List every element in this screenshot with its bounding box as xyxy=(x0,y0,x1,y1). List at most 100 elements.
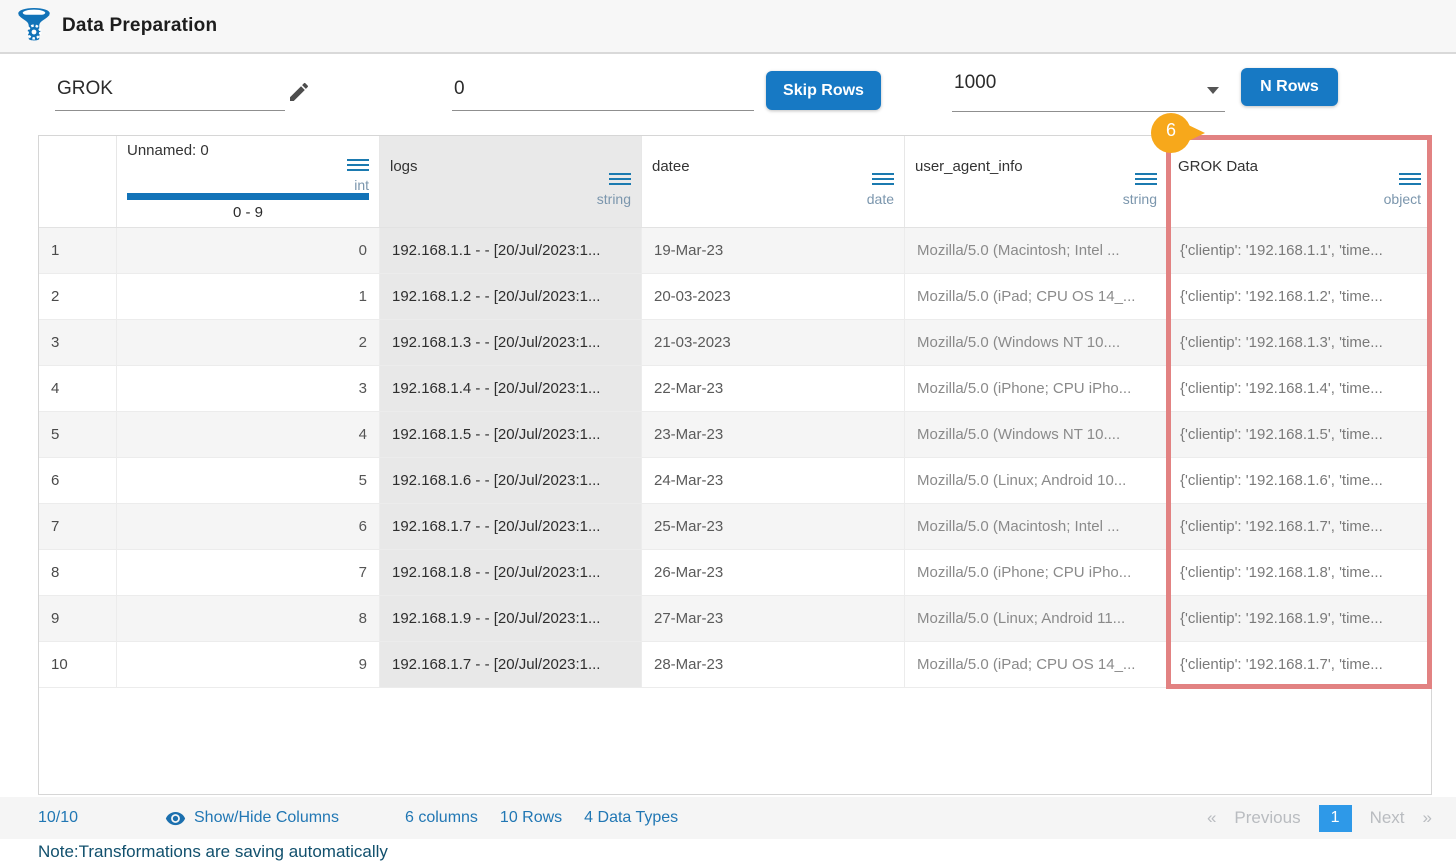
user-agent-cell[interactable]: Mozilla/5.0 (iPhone; CPU iPho... xyxy=(905,550,1168,595)
unnamed-cell[interactable]: 1 xyxy=(117,274,380,319)
next-page-button[interactable]: Next xyxy=(1370,808,1405,828)
table-row: 9 8 192.168.1.9 - - [20/Jul/2023:1... 27-Ma… xyxy=(39,596,1431,642)
column-type-label: object xyxy=(1383,191,1421,207)
datee-cell[interactable]: 22-Mar-23 xyxy=(642,366,905,411)
grok-data-cell[interactable]: {'clientip': '192.168.1.9', 'time... xyxy=(1168,596,1431,641)
grok-data-cell[interactable]: {'clientip': '192.168.1.7', 'time... xyxy=(1168,642,1431,687)
datee-cell[interactable]: 24-Mar-23 xyxy=(642,458,905,503)
n-rows-button[interactable]: N Rows xyxy=(1241,68,1338,106)
unnamed-cell[interactable]: 4 xyxy=(117,412,380,457)
logs-cell[interactable]: 192.168.1.7 - - [20/Jul/2023:1... xyxy=(380,642,642,687)
column-menu-icon[interactable] xyxy=(347,159,369,171)
grok-data-cell[interactable]: {'clientip': '192.168.1.6', 'time... xyxy=(1168,458,1431,503)
n-rows-select[interactable]: 1000 xyxy=(952,68,1225,112)
logs-cell[interactable]: 192.168.1.8 - - [20/Jul/2023:1... xyxy=(380,550,642,595)
grok-name-input[interactable] xyxy=(55,72,285,111)
unnamed-cell[interactable]: 5 xyxy=(117,458,380,503)
column-title: datee xyxy=(652,158,690,175)
logs-cell[interactable]: 192.168.1.2 - - [20/Jul/2023:1... xyxy=(380,274,642,319)
user-agent-cell[interactable]: Mozilla/5.0 (iPad; CPU OS 14_... xyxy=(905,274,1168,319)
datee-cell[interactable]: 25-Mar-23 xyxy=(642,504,905,549)
funnel-gear-logo-icon xyxy=(16,7,52,45)
datee-cell[interactable]: 19-Mar-23 xyxy=(642,228,905,273)
column-header-datee[interactable]: datee date xyxy=(642,136,905,227)
rows-count-label: 10 Rows xyxy=(499,809,563,826)
datee-cell[interactable]: 20-03-2023 xyxy=(642,274,905,319)
unnamed-cell[interactable]: 0 xyxy=(117,228,380,273)
column-header-user-agent-info[interactable]: user_agent_info string xyxy=(905,136,1168,227)
datee-cell[interactable]: 26-Mar-23 xyxy=(642,550,905,595)
table-row: 4 3 192.168.1.4 - - [20/Jul/2023:1... 22-Ma… xyxy=(39,366,1431,412)
grok-data-cell[interactable]: {'clientip': '192.168.1.1', 'time... xyxy=(1168,228,1431,273)
show-hide-columns-button[interactable]: Show/Hide Columns xyxy=(165,808,339,829)
autosave-note: Note:Transformations are saving automati… xyxy=(38,842,388,861)
unnamed-cell[interactable]: 8 xyxy=(117,596,380,641)
logs-cell[interactable]: 192.168.1.6 - - [20/Jul/2023:1... xyxy=(380,458,642,503)
data-table: Unnamed: 0 int 0 - 9 logs string datee d… xyxy=(38,135,1432,795)
last-page-arrow[interactable]: » xyxy=(1423,808,1432,828)
skip-rows-button[interactable]: Skip Rows xyxy=(766,71,881,110)
unnamed-cell[interactable]: 9 xyxy=(117,642,380,687)
column-header-logs[interactable]: logs string xyxy=(380,136,642,227)
edit-pencil-icon[interactable] xyxy=(287,80,311,104)
unnamed-cell[interactable]: 6 xyxy=(117,504,380,549)
row-index-cell[interactable]: 7 xyxy=(39,504,117,549)
user-agent-cell[interactable]: Mozilla/5.0 (Macintosh; Intel ... xyxy=(905,228,1168,273)
column-header-grok-data[interactable]: GROK Data object xyxy=(1168,136,1431,227)
datee-cell[interactable]: 27-Mar-23 xyxy=(642,596,905,641)
user-agent-cell[interactable]: Mozilla/5.0 (Linux; Android 11... xyxy=(905,596,1168,641)
table-row: 3 2 192.168.1.3 - - [20/Jul/2023:1... 21-03… xyxy=(39,320,1431,366)
unnamed-cell[interactable]: 7 xyxy=(117,550,380,595)
chevron-down-icon xyxy=(1207,87,1219,94)
status-bar: 10/10 Show/Hide Columns 6 columns 10 Row… xyxy=(0,797,1456,839)
column-header-unnamed[interactable]: Unnamed: 0 int 0 - 9 xyxy=(117,136,380,227)
table-body: 1 0 192.168.1.1 - - [20/Jul/2023:1... 19-Ma… xyxy=(39,228,1431,688)
datee-cell[interactable]: 23-Mar-23 xyxy=(642,412,905,457)
grok-data-cell[interactable]: {'clientip': '192.168.1.5', 'time... xyxy=(1168,412,1431,457)
row-index-cell[interactable]: 1 xyxy=(39,228,117,273)
logs-cell[interactable]: 192.168.1.3 - - [20/Jul/2023:1... xyxy=(380,320,642,365)
value-range-bar xyxy=(127,193,369,200)
user-agent-cell[interactable]: Mozilla/5.0 (Windows NT 10.... xyxy=(905,320,1168,365)
current-page-button[interactable]: 1 xyxy=(1318,804,1352,832)
unnamed-cell[interactable]: 3 xyxy=(117,366,380,411)
row-index-cell[interactable]: 9 xyxy=(39,596,117,641)
grok-data-cell[interactable]: {'clientip': '192.168.1.4', 'time... xyxy=(1168,366,1431,411)
column-title: Unnamed: 0 xyxy=(127,142,209,159)
logs-cell[interactable]: 192.168.1.7 - - [20/Jul/2023:1... xyxy=(380,504,642,549)
row-index-cell[interactable]: 10 xyxy=(39,642,117,687)
row-index-cell[interactable]: 4 xyxy=(39,366,117,411)
datee-cell[interactable]: 28-Mar-23 xyxy=(642,642,905,687)
grok-data-cell[interactable]: {'clientip': '192.168.1.8', 'time... xyxy=(1168,550,1431,595)
unnamed-cell[interactable]: 2 xyxy=(117,320,380,365)
n-rows-selected-value: 1000 xyxy=(954,72,997,93)
logs-cell[interactable]: 192.168.1.1 - - [20/Jul/2023:1... xyxy=(380,228,642,273)
columns-count-label: 6 columns xyxy=(405,809,478,826)
row-index-cell[interactable]: 6 xyxy=(39,458,117,503)
column-menu-icon[interactable] xyxy=(609,173,631,185)
column-type-label: int xyxy=(354,177,369,193)
skip-rows-input[interactable] xyxy=(452,72,754,111)
user-agent-cell[interactable]: Mozilla/5.0 (Macintosh; Intel ... xyxy=(905,504,1168,549)
row-index-cell[interactable]: 2 xyxy=(39,274,117,319)
row-index-cell[interactable]: 8 xyxy=(39,550,117,595)
user-agent-cell[interactable]: Mozilla/5.0 (Windows NT 10.... xyxy=(905,412,1168,457)
user-agent-cell[interactable]: Mozilla/5.0 (iPad; CPU OS 14_... xyxy=(905,642,1168,687)
grok-data-cell[interactable]: {'clientip': '192.168.1.7', 'time... xyxy=(1168,504,1431,549)
first-page-arrow[interactable]: « xyxy=(1207,808,1216,828)
user-agent-cell[interactable]: Mozilla/5.0 (Linux; Android 10... xyxy=(905,458,1168,503)
column-menu-icon[interactable] xyxy=(872,173,894,185)
logs-cell[interactable]: 192.168.1.5 - - [20/Jul/2023:1... xyxy=(380,412,642,457)
column-type-label: string xyxy=(596,191,631,207)
column-menu-icon[interactable] xyxy=(1399,173,1421,185)
logs-cell[interactable]: 192.168.1.9 - - [20/Jul/2023:1... xyxy=(380,596,642,641)
column-menu-icon[interactable] xyxy=(1135,173,1157,185)
previous-page-button[interactable]: Previous xyxy=(1234,808,1300,828)
logs-cell[interactable]: 192.168.1.4 - - [20/Jul/2023:1... xyxy=(380,366,642,411)
row-index-cell[interactable]: 3 xyxy=(39,320,117,365)
row-index-cell[interactable]: 5 xyxy=(39,412,117,457)
user-agent-cell[interactable]: Mozilla/5.0 (iPhone; CPU iPho... xyxy=(905,366,1168,411)
datee-cell[interactable]: 21-03-2023 xyxy=(642,320,905,365)
grok-data-cell[interactable]: {'clientip': '192.168.1.2', 'time... xyxy=(1168,274,1431,319)
grok-data-cell[interactable]: {'clientip': '192.168.1.3', 'time... xyxy=(1168,320,1431,365)
